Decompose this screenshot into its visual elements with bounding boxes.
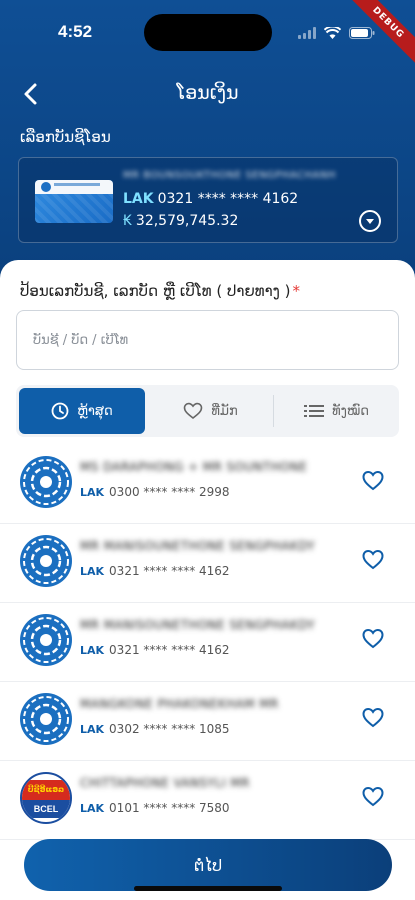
tab-all[interactable]: ທັງໝົດ <box>274 385 399 437</box>
battery-icon <box>349 24 375 43</box>
tab-favorites-label: ທີ່ມັກ <box>211 403 238 419</box>
bank-logo-icon <box>20 535 72 587</box>
status-icons <box>298 24 375 43</box>
home-indicator <box>134 886 282 891</box>
bank-logo-icon <box>20 614 72 666</box>
account-currency: LAK <box>123 191 154 207</box>
list-item[interactable]: MANGKONE PHAKONEKHAM MR LAK 0302 **** ***… <box>0 682 415 761</box>
transfer-sheet: ປ້ອນເລກບັນຊີ, ເລກບັດ ຫຼື ເບີໂທ ( ປາຍທາງ … <box>0 260 415 900</box>
tab-recent[interactable]: ຫຼ້າສຸດ <box>19 388 145 434</box>
destination-input-wrapper <box>16 310 399 370</box>
dynamic-island <box>144 14 272 51</box>
recipient-tabs: ຫຼ້າສຸດ ທີ່ມັກ ທັງໝົດ <box>16 385 399 437</box>
recipient-name: MANGKONE PHAKONEKHAM MR <box>80 697 279 711</box>
favorite-heart-icon[interactable] <box>361 548 385 572</box>
recipient-account-number: 0101 **** **** 7580 <box>109 801 230 815</box>
favorite-heart-icon[interactable] <box>361 706 385 730</box>
card-image <box>35 180 113 223</box>
recipient-account-number: 0302 **** **** 1085 <box>109 722 230 736</box>
favorite-heart-icon[interactable] <box>361 469 385 493</box>
list-item[interactable]: ບີຊີອີແອລ BCEL CHITTAPHONE VANSYLI MR LA… <box>0 761 415 840</box>
tab-all-label: ທັງໝົດ <box>332 403 369 419</box>
bcel-logo-top: ບີຊີອີແອລ <box>22 780 70 800</box>
account-balance-value: 32,579,745.32 <box>135 213 239 229</box>
account-number-value: 0321 **** **** 4162 <box>157 191 299 207</box>
recipient-currency: LAK <box>80 802 105 815</box>
bcel-logo-icon: ບີຊີອີແອລ BCEL <box>20 772 72 824</box>
list-item[interactable]: MR MANISOUNETHONE SENGPHAKDY LAK 0321 ***… <box>0 524 415 603</box>
recipient-currency: LAK <box>80 644 105 657</box>
next-button[interactable]: ຕໍ່ໄປ <box>24 839 392 891</box>
recipient-account-number: 0321 **** **** 4162 <box>109 643 230 657</box>
recipient-account-number: 0321 **** **** 4162 <box>109 564 230 578</box>
recipient-currency: LAK <box>80 565 105 578</box>
recipient-account: LAK 0101 **** **** 7580 <box>80 801 230 815</box>
status-time: 4:52 <box>58 22 93 41</box>
recipient-currency: LAK <box>80 486 105 499</box>
list-icon <box>304 405 325 417</box>
recipient-account: LAK 0321 **** **** 4162 <box>80 643 230 657</box>
recipient-account-number: 0300 **** **** 2998 <box>109 485 230 499</box>
clock-icon <box>51 402 69 420</box>
chevron-down-icon[interactable] <box>359 210 381 232</box>
source-account-card[interactable]: MR BOUNSOUKTHONE SENGPHACHANH LAK 0321 **… <box>18 157 398 243</box>
bcel-logo-bottom: BCEL <box>22 800 70 818</box>
destination-label-text: ປ້ອນເລກບັນຊີ, ເລກບັດ ຫຼື ເບີໂທ ( ປາຍທາງ … <box>20 282 291 300</box>
recipient-account: LAK 0321 **** **** 4162 <box>80 564 230 578</box>
page-title: ໂອນເງິນ <box>176 82 239 104</box>
source-account-label: ເລືອກບັນຊີໂອນ <box>20 128 111 146</box>
destination-input[interactable] <box>17 311 398 369</box>
recipient-account: LAK 0302 **** **** 1085 <box>80 722 230 736</box>
bank-logo-icon <box>20 456 72 508</box>
destination-label: ປ້ອນເລກບັນຊີ, ເລກບັດ ຫຼື ເບີໂທ ( ປາຍທາງ … <box>20 282 300 300</box>
wifi-icon <box>323 24 342 43</box>
recipient-account: LAK 0300 **** **** 2998 <box>80 485 230 499</box>
currency-symbol: ₭ <box>123 213 132 229</box>
recipient-list: MS DARAPHONG + MR SOUNTHONE LAK 0300 ****… <box>0 445 415 840</box>
heart-icon <box>184 402 203 420</box>
favorite-heart-icon[interactable] <box>361 785 385 809</box>
bank-logo-icon <box>20 693 72 745</box>
tab-recent-label: ຫຼ້າສຸດ <box>77 403 113 419</box>
account-number: LAK 0321 **** **** 4162 <box>123 191 298 207</box>
required-mark: * <box>292 282 301 300</box>
recipient-name: MS DARAPHONG + MR SOUNTHONE <box>80 460 308 474</box>
account-balance: ₭ 32,579,745.32 <box>123 213 238 229</box>
status-bar: 4:52 <box>0 0 415 62</box>
favorite-heart-icon[interactable] <box>361 627 385 651</box>
recipient-currency: LAK <box>80 723 105 736</box>
list-item[interactable]: MR MANISOUNETHONE SENGPHAKDY LAK 0321 ***… <box>0 603 415 682</box>
tab-favorites[interactable]: ທີ່ມັກ <box>148 385 273 437</box>
recipient-name: CHITTAPHONE VANSYLI MR <box>80 776 250 790</box>
recipient-name: MR MANISOUNETHONE SENGPHAKDY <box>80 618 316 632</box>
list-item[interactable]: MS DARAPHONG + MR SOUNTHONE LAK 0300 ****… <box>0 445 415 524</box>
recipient-name: MR MANISOUNETHONE SENGPHAKDY <box>80 539 316 553</box>
signal-icon <box>298 24 316 43</box>
account-holder-name: MR BOUNSOUKTHONE SENGPHACHANH <box>123 170 336 181</box>
